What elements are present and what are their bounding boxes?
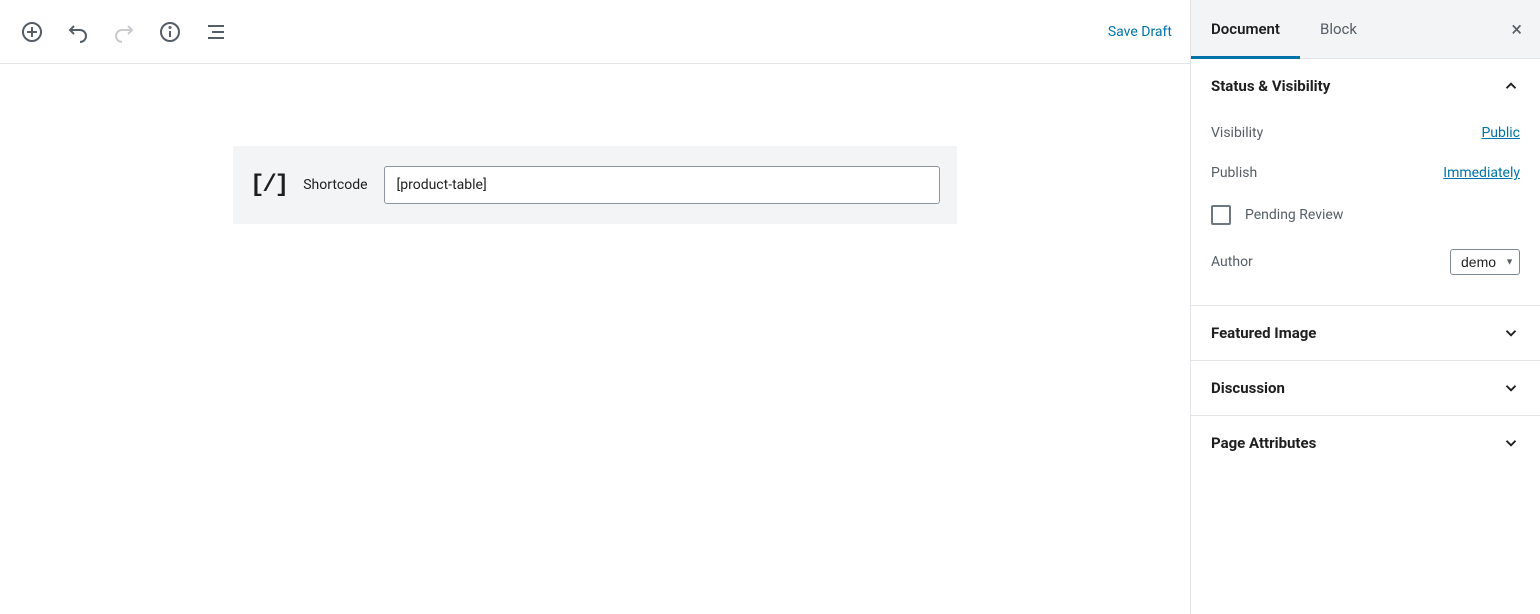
info-icon[interactable] [156, 18, 184, 46]
pending-review-row: Pending Review [1211, 193, 1520, 237]
publish-label: Publish [1211, 165, 1257, 181]
chevron-down-icon [1502, 434, 1520, 452]
save-draft-button[interactable]: Save Draft [1108, 24, 1172, 40]
chevron-up-icon [1502, 77, 1520, 95]
panel-page-attributes: Page Attributes [1191, 415, 1540, 470]
visibility-label: Visibility [1211, 125, 1263, 141]
shortcode-input[interactable] [384, 166, 940, 204]
tab-block[interactable]: Block [1300, 0, 1377, 58]
author-select[interactable]: demo [1450, 249, 1520, 275]
pending-review-checkbox[interactable] [1211, 205, 1231, 225]
panel-title: Status & Visibility [1211, 77, 1330, 95]
panel-featured-image: Featured Image [1191, 305, 1540, 360]
settings-sidebar: Document Block × Status & Visibility Vis… [1190, 0, 1540, 614]
publish-row: Publish Immediately [1211, 153, 1520, 193]
add-block-icon[interactable] [18, 18, 46, 46]
outline-icon[interactable] [202, 18, 230, 46]
panel-discussion: Discussion [1191, 360, 1540, 415]
author-label: Author [1211, 254, 1253, 270]
panel-status-visibility: Status & Visibility Visibility Public Pu… [1191, 58, 1540, 305]
shortcode-icon: [/] [250, 172, 287, 199]
toolbar-left [18, 18, 1108, 46]
panel-body-status: Visibility Public Publish Immediately Pe… [1191, 113, 1540, 305]
panel-title: Featured Image [1211, 324, 1316, 342]
panel-toggle-featured-image[interactable]: Featured Image [1191, 306, 1540, 360]
shortcode-block[interactable]: [/] Shortcode [233, 146, 957, 224]
redo-icon [110, 18, 138, 46]
panel-title: Page Attributes [1211, 434, 1316, 452]
tab-document[interactable]: Document [1191, 0, 1300, 58]
author-select-wrap: demo [1450, 249, 1520, 275]
undo-icon[interactable] [64, 18, 92, 46]
visibility-row: Visibility Public [1211, 113, 1520, 153]
shortcode-label: Shortcode [303, 177, 367, 193]
close-icon[interactable]: × [1493, 17, 1540, 41]
toolbar-right: Save Draft [1108, 24, 1172, 40]
panel-toggle-status[interactable]: Status & Visibility [1191, 59, 1540, 113]
sidebar-tabs: Document Block × [1191, 0, 1540, 58]
chevron-down-icon [1502, 324, 1520, 342]
chevron-down-icon [1502, 379, 1520, 397]
panel-title: Discussion [1211, 379, 1285, 397]
pending-review-label: Pending Review [1245, 207, 1343, 223]
author-row: Author demo [1211, 237, 1520, 287]
panel-toggle-discussion[interactable]: Discussion [1191, 361, 1540, 415]
editor-canvas: [/] Shortcode [0, 64, 1190, 614]
panel-toggle-page-attributes[interactable]: Page Attributes [1191, 416, 1540, 470]
visibility-value-link[interactable]: Public [1481, 125, 1520, 141]
publish-value-link[interactable]: Immediately [1443, 165, 1520, 181]
